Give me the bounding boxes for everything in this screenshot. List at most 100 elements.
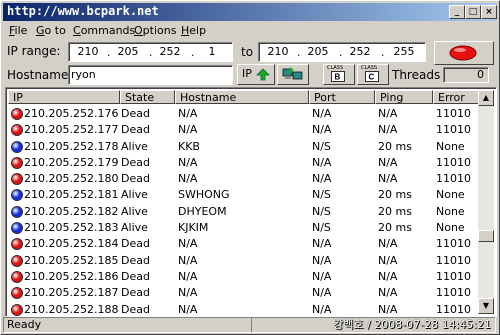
cell-hostname: DHYEOM [178,204,227,218]
table-row[interactable]: 210.205.252.187 Dead N/A N/A N/A 11010 [8,285,480,301]
cell-error: 11010 [436,123,471,137]
status-dot-icon [11,205,23,218]
cell-error: None [436,204,465,218]
cell-ping: N/A [378,123,398,137]
cell-ping: N/A [378,286,398,300]
cell-port: N/A [312,237,332,251]
ip-dot: . [149,46,153,59]
cell-port: N/A [312,172,332,186]
status-dot-icon [11,222,23,235]
cell-ip: 210.205.252.186 [24,269,119,283]
col-header-error[interactable]: Error [433,90,480,104]
ip-dot: . [107,46,111,59]
vertical-scrollbar[interactable]: ▲ ▼ [478,90,494,314]
status-bar: Ready 강백호 / 2008-07-28 14:45:21 [3,317,497,333]
red-oval-start-icon [449,45,477,61]
cell-error: None [436,221,465,235]
cell-ip: 210.205.252.182 [24,204,119,218]
col-header-state[interactable]: State [120,90,175,104]
scroll-up-button[interactable]: ▲ [478,90,494,106]
cell-ping: N/A [378,302,398,316]
green-up-arrow-icon [256,68,270,81]
cell-ip: 210.205.252.181 [24,188,119,202]
status-dot-icon [11,270,23,283]
table-row[interactable]: 210.205.252.183 Alive KJKIM N/S 20 ms None [8,220,480,236]
cell-hostname: N/A [178,253,198,267]
menu-help[interactable]: Help [181,24,206,37]
cell-ping: N/A [378,155,398,169]
ip-to-field[interactable]: 210 . 205 . 252 . 255 [258,42,426,62]
table-row[interactable]: 210.205.252.188 Dead N/A N/A N/A 11010 [8,302,480,316]
title-bar[interactable]: http://www.bcpark.net _ □ × [3,3,497,21]
list-header: IP State Hostname Port Ping Error [8,90,480,105]
table-row[interactable]: 210.205.252.176 Dead N/A N/A N/A 11010 [8,106,480,122]
status-dot-icon [11,254,23,267]
maximize-button[interactable]: □ [465,5,481,19]
cell-hostname: N/A [178,237,198,251]
col-header-ping[interactable]: Ping [375,90,433,104]
cell-ping: N/A [378,269,398,283]
table-row[interactable]: 210.205.252.180 Dead N/A N/A N/A 11010 [8,171,480,187]
table-row[interactable]: 210.205.252.178 Alive KKB N/S 20 ms None [8,139,480,155]
ip-from-field[interactable]: 210 . 205 . 252 . 1 [68,42,233,62]
col-header-ip[interactable]: IP [8,90,120,104]
status-dot-icon [11,238,23,251]
cell-state: Alive [121,204,148,218]
computers-arrow-icon [282,67,303,80]
cell-hostname: N/A [178,269,198,283]
ip-up-button[interactable]: IP [237,64,275,85]
table-row[interactable]: 210.205.252.186 Dead N/A N/A N/A 11010 [8,269,480,285]
cell-hostname: KKB [178,139,200,153]
table-row[interactable]: 210.205.252.185 Dead N/A N/A N/A 11010 [8,253,480,269]
col-header-hostname[interactable]: Hostname [175,90,309,104]
status-dot-icon [11,108,23,120]
table-row[interactable]: 210.205.252.177 Dead N/A N/A N/A 11010 [8,122,480,138]
start-button[interactable] [434,41,494,65]
menu-options[interactable]: Options [134,24,176,37]
cell-ping: N/A [378,107,398,120]
watermark-text: 강백호 / 2008-07-28 14:45:21 [333,318,491,331]
cell-state: Alive [121,139,148,153]
table-row[interactable]: 210.205.252.179 Dead N/A N/A N/A 11010 [8,155,480,171]
ip-up-label: IP [242,67,252,80]
menu-goto[interactable]: Go to [36,24,66,37]
cell-ping: 20 ms [378,188,412,202]
cell-ip: 210.205.252.185 [24,253,119,267]
cell-ip: 210.205.252.187 [24,286,119,300]
cell-hostname: N/A [178,172,198,186]
window-title: http://www.bcpark.net [7,4,159,18]
menu-file[interactable]: File [9,24,27,37]
minimize-button[interactable]: _ [449,5,465,19]
results-list[interactable]: IP State Hostname Port Ping Error 210.20… [5,87,497,317]
scroll-down-button[interactable]: ▼ [478,298,494,314]
menu-commands[interactable]: Commands [73,24,135,37]
status-panel-2: 강백호 / 2008-07-28 14:45:21 [251,317,496,333]
close-button[interactable]: × [481,5,497,19]
cell-ping: 20 ms [378,139,412,153]
cell-ping: 20 ms [378,204,412,218]
cell-port: N/S [312,139,331,153]
ip-dot: . [297,46,301,59]
col-header-port[interactable]: Port [309,90,375,104]
class-c-button[interactable]: CLASS C [357,64,389,85]
cell-hostname: N/A [178,107,198,120]
hostname-input[interactable]: ryon [68,65,233,85]
list-rows: 210.205.252.176 Dead N/A N/A N/A 11010 210.205… [8,106,480,316]
table-row[interactable]: 210.205.252.181 Alive SWHONG N/S 20 ms None [8,187,480,203]
cell-hostname: N/A [178,155,198,169]
range-fill-button[interactable] [277,64,309,85]
cell-hostname: N/A [178,123,198,137]
scroll-thumb[interactable] [478,230,494,242]
threads-label: Threads [392,68,441,82]
ip-from-octet-2: 205 [117,45,139,58]
table-row[interactable]: 210.205.252.182 Alive DHYEOM N/S 20 ms None [8,204,480,220]
main-window: http://www.bcpark.net _ □ × File Go to C… [0,0,500,335]
cell-error: None [436,188,465,202]
status-dot-icon [11,287,23,300]
cell-ping: N/A [378,172,398,186]
ip-to-octet-1: 210 [267,45,289,58]
class-b-button[interactable]: CLASS B [323,64,355,85]
table-row[interactable]: 210.205.252.184 Dead N/A N/A N/A 11010 [8,236,480,252]
cell-hostname: KJKIM [178,221,209,235]
ip-to-octet-4: 255 [393,45,415,58]
